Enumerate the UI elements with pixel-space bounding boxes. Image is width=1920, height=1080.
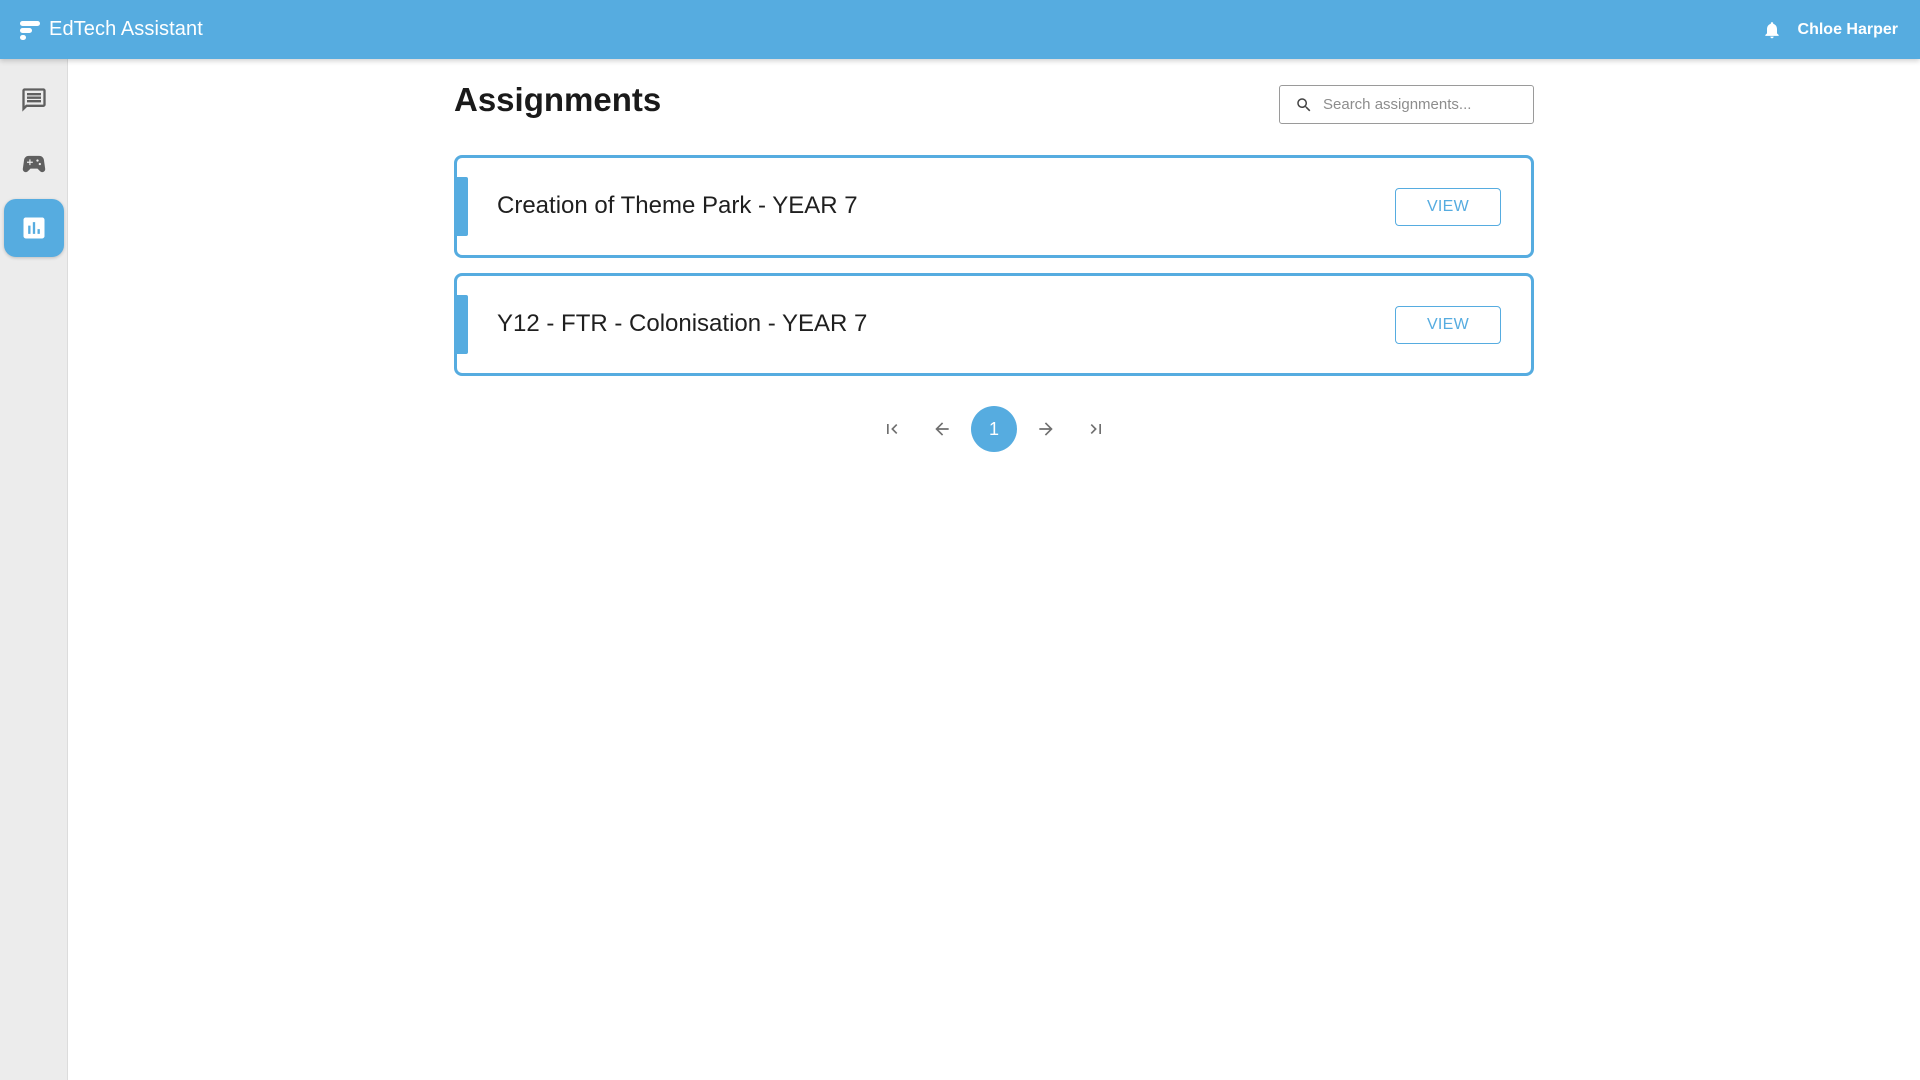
- sidebar-item-games[interactable]: [4, 135, 64, 193]
- app-title: EdTech Assistant: [49, 18, 203, 40]
- notifications-bell-icon[interactable]: [1762, 20, 1782, 40]
- card-accent-bar: [454, 177, 468, 236]
- chart-icon: [23, 217, 45, 239]
- view-button[interactable]: VIEW: [1395, 188, 1501, 226]
- first-page-button[interactable]: [872, 409, 912, 449]
- search-icon: [1297, 97, 1311, 111]
- first-page-icon: [887, 424, 898, 434]
- last-page-button[interactable]: [1076, 409, 1116, 449]
- assignment-card: Y12 - FTR - Colonisation - YEAR 7 VIEW: [454, 273, 1534, 376]
- assignment-card: Creation of Theme Park - YEAR 7 VIEW: [454, 155, 1534, 258]
- card-accent-bar: [454, 295, 468, 354]
- gamepad-icon: [22, 155, 46, 173]
- previous-page-button[interactable]: [922, 409, 962, 449]
- pagination: 1: [454, 406, 1534, 452]
- appbar-actions: Chloe Harper: [1762, 20, 1898, 40]
- arrow-left-icon: [935, 422, 949, 436]
- brand[interactable]: EdTech Assistant: [18, 18, 203, 42]
- page-title: Assignments: [454, 81, 662, 118]
- page-header: Assignments: [454, 59, 1534, 159]
- sidebar: [0, 59, 68, 1080]
- view-button[interactable]: VIEW: [1395, 306, 1501, 344]
- app-logo-icon: [20, 20, 40, 40]
- assignment-title: Y12 - FTR - Colonisation - YEAR 7: [497, 310, 868, 337]
- arrow-right-icon: [1039, 422, 1053, 436]
- sidebar-item-assignments[interactable]: [4, 199, 64, 257]
- search-box[interactable]: [1279, 85, 1534, 124]
- app-bar: EdTech Assistant Chloe Harper: [0, 0, 1920, 59]
- assignment-title: Creation of Theme Park - YEAR 7: [497, 192, 858, 219]
- current-page-button[interactable]: 1: [971, 406, 1017, 452]
- search-input[interactable]: [1323, 96, 1523, 113]
- next-page-button[interactable]: [1026, 409, 1066, 449]
- main-content: Assignments Creation of Theme Park - YEA…: [454, 59, 1534, 452]
- last-page-icon: [1090, 424, 1101, 434]
- chat-icon: [22, 88, 46, 112]
- sidebar-item-chat[interactable]: [4, 71, 64, 129]
- user-name[interactable]: Chloe Harper: [1798, 21, 1898, 39]
